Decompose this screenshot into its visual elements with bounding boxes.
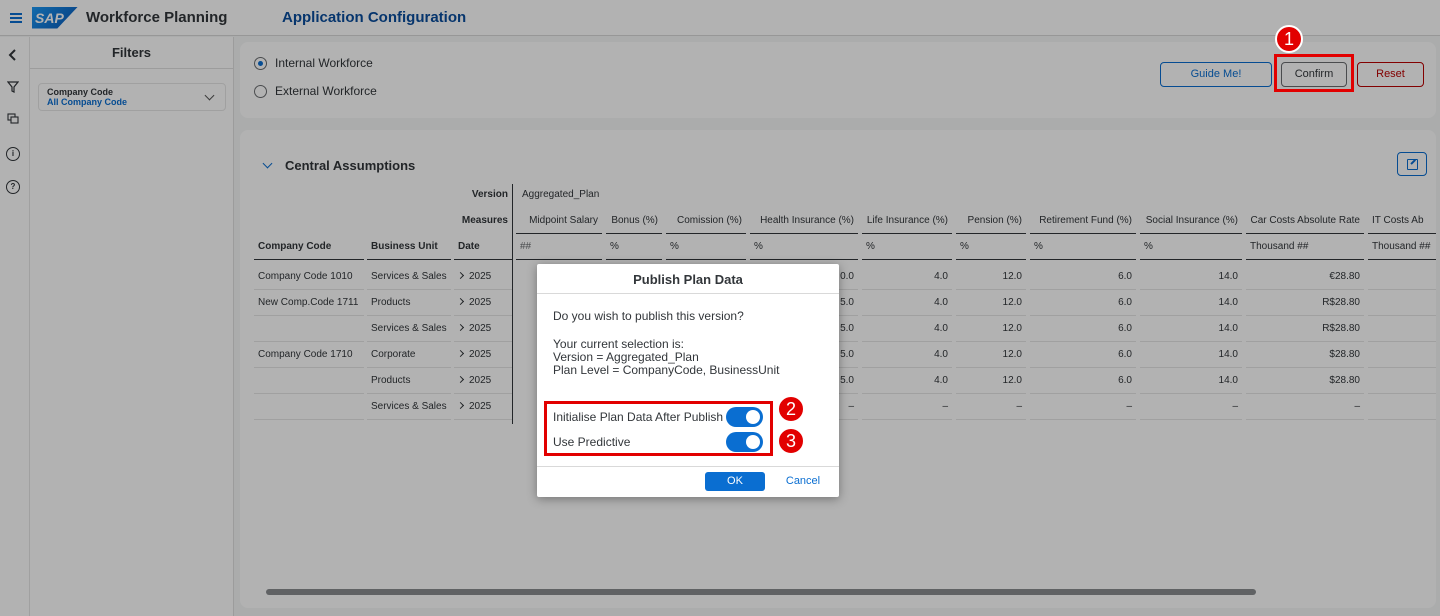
dialog-selection-version: Version = Aggregated_Plan <box>553 350 699 364</box>
dialog-selection-level: Plan Level = CompanyCode, BusinessUnit <box>553 363 780 377</box>
highlight-box-toggles <box>544 401 773 456</box>
highlight-box-confirm <box>1274 54 1354 92</box>
dialog-question: Do you wish to publish this version? <box>553 309 744 323</box>
dialog-footer-divider <box>537 466 839 467</box>
ok-button[interactable]: OK <box>705 472 765 491</box>
cancel-button[interactable]: Cancel <box>777 472 829 491</box>
publish-plan-dialog: Publish Plan Data Do you wish to publish… <box>537 264 839 497</box>
dialog-selection-heading: Your current selection is: <box>553 337 684 351</box>
step-badge-3: 3 <box>777 427 805 455</box>
dialog-title: Publish Plan Data <box>537 264 839 294</box>
step-badge-1: 1 <box>1275 25 1303 53</box>
step-badge-2: 2 <box>777 395 805 423</box>
